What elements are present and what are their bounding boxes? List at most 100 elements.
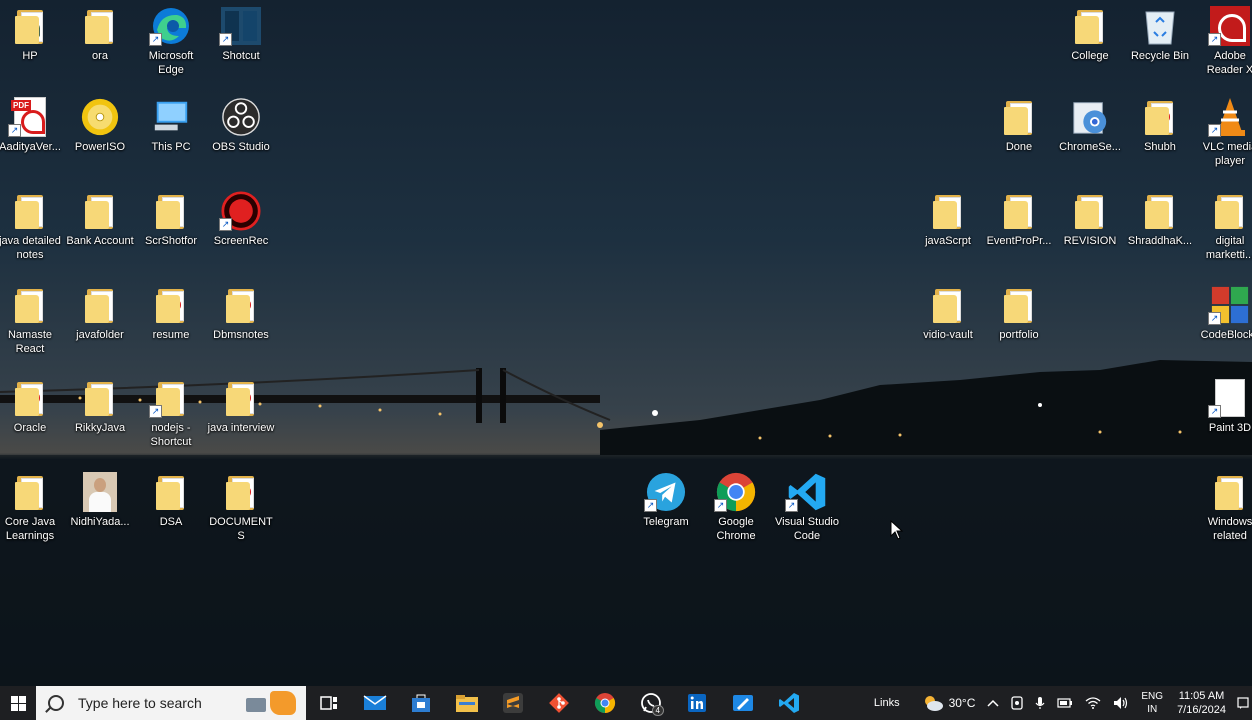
desktop-icon-java-detailed-notes[interactable]: java detailed notes: [0, 189, 65, 262]
desktop-icon-shraddhak[interactable]: ShraddhaK...: [1125, 189, 1195, 248]
linkedin-button[interactable]: [674, 686, 720, 720]
desktop-icon-digital-marketti[interactable]: digital marketti...: [1195, 189, 1252, 262]
desktop-icon-vlc-media-player[interactable]: ↗ VLC media player: [1195, 95, 1252, 168]
desktop-icon-bank-account[interactable]: Bank Account: [65, 189, 135, 248]
desktop-icon-label: ScreenRec: [213, 235, 269, 247]
desktop-icon-revision[interactable]: REVISION: [1055, 189, 1125, 248]
desktop-icon-shotcut[interactable]: ↗ Shotcut: [206, 4, 276, 63]
desktop-icon-dsa[interactable]: DSA: [136, 470, 206, 529]
file-explorer-button[interactable]: [444, 686, 490, 720]
desktop-icon-label: AadityaVer...: [0, 141, 61, 153]
store-button[interactable]: [398, 686, 444, 720]
desktop-icon-visual-studio-code[interactable]: ↗ Visual Studio Code: [772, 470, 842, 543]
weather-widget[interactable]: 30°C: [916, 686, 982, 720]
shortcut-arrow-icon: ↗: [1208, 312, 1221, 325]
photo-icon: [80, 470, 120, 514]
desktop-icon-telegram[interactable]: ↗ Telegram: [631, 470, 701, 529]
task-view-button[interactable]: [306, 686, 352, 720]
desktop-icon-recycle-bin[interactable]: Recycle Bin: [1125, 4, 1195, 63]
desktop-icon-obs-studio[interactable]: OBS Studio: [206, 95, 276, 154]
desktop-icon-resume[interactable]: resume: [136, 283, 206, 342]
desktop-icon-rikkyjava[interactable]: RikkyJava: [65, 376, 135, 435]
show-hidden-icons-button[interactable]: [981, 686, 1005, 720]
folder-user-icon: [10, 4, 50, 48]
desktop-icon-oracle[interactable]: Oracle: [0, 376, 65, 435]
network-button[interactable]: [1079, 686, 1107, 720]
shortcut-arrow-icon: ↗: [644, 499, 657, 512]
desktop-icon-javascrpt[interactable]: javaScrpt: [913, 189, 983, 248]
desktop-icon-codeblocks[interactable]: ↗ CodeBlocks: [1195, 283, 1252, 342]
vscode-taskbar-button[interactable]: [766, 686, 812, 720]
desktop-icon-javafolder[interactable]: javafolder: [65, 283, 135, 342]
desktop-icon-microsoft-edge[interactable]: ↗ Microsoft Edge: [136, 4, 206, 77]
desktop-icon-aadityaver[interactable]: PDF ↗ AadityaVer...: [0, 95, 65, 154]
desktop-icon-label: Windows related: [1207, 516, 1252, 542]
desktop-icon-google-chrome[interactable]: ↗ Google Chrome: [701, 470, 771, 543]
language-code: ENG: [1141, 691, 1164, 702]
desktop-icon-java-interview[interactable]: java interview: [206, 376, 276, 435]
screenrec-icon: ↗: [219, 189, 261, 233]
desktop-icon-namaste-react[interactable]: Namaste React: [0, 283, 65, 356]
folder-icon: [1210, 189, 1250, 233]
desktop-icon-vidio-vault[interactable]: vidio-vault: [913, 283, 983, 342]
language-indicator[interactable]: ENG IN: [1135, 690, 1169, 716]
git-button[interactable]: [536, 686, 582, 720]
desktop-icon-label: RikkyJava: [74, 422, 126, 434]
start-button[interactable]: [0, 686, 36, 720]
shortcut-arrow-icon: ↗: [1208, 124, 1221, 137]
desktop-icon-chromese[interactable]: ChromeSe...: [1055, 95, 1125, 154]
sublime-button[interactable]: [490, 686, 536, 720]
battery-button[interactable]: [1051, 686, 1079, 720]
desktop-icon-paint-3d[interactable]: ↗ Paint 3D: [1195, 376, 1252, 435]
poweriso-icon: [80, 95, 120, 139]
microphone-icon: [1035, 697, 1045, 709]
search-input[interactable]: [76, 694, 240, 712]
clock[interactable]: 11:05 AM 7/16/2024: [1169, 689, 1234, 717]
desktop-icon-college[interactable]: College: [1055, 4, 1125, 63]
desktop-icon-label: Shubh: [1144, 141, 1176, 153]
desktop-icon-label: Paint 3D: [1208, 422, 1252, 434]
desktop-icon-label: nodejs - Shortcut: [150, 422, 192, 448]
desktop-icon-done[interactable]: Done: [984, 95, 1054, 154]
desktop-icon-adobe-reader-x[interactable]: ↗ Adobe Reader X: [1195, 4, 1252, 77]
notification-button[interactable]: [1234, 686, 1252, 720]
desktop-icon-label: ShraddhaK...: [1127, 235, 1193, 247]
desktop-icon-screenrec[interactable]: ↗ ScreenRec: [206, 189, 276, 248]
microphone-button[interactable]: [1029, 686, 1051, 720]
shortcut-arrow-icon: ↗: [219, 218, 232, 231]
desktop-icon-core-java-learnings[interactable]: Core Java Learnings: [0, 470, 65, 543]
folder-pdf-icon: [221, 376, 261, 420]
shortcut-arrow-icon: ↗: [714, 499, 727, 512]
mail-button[interactable]: [352, 686, 398, 720]
desktop-icon-hp[interactable]: HP: [0, 4, 65, 63]
chrome-taskbar-button[interactable]: [582, 686, 628, 720]
desktop-icon-nodejs-shortcut[interactable]: ↗ nodejs - Shortcut: [136, 376, 206, 449]
desktop-icon-portfolio[interactable]: portfolio: [984, 283, 1054, 342]
desktop-icon-documents[interactable]: DOCUMENTS: [206, 470, 276, 543]
tray-app-button[interactable]: [1005, 686, 1029, 720]
desktop-icon-label: javaScrpt: [925, 235, 971, 247]
volume-button[interactable]: [1107, 686, 1135, 720]
notification-icon: [1237, 697, 1249, 709]
desktop-icon-ora[interactable]: ora: [65, 4, 135, 63]
paint-button[interactable]: [720, 686, 766, 720]
desktop-icon-this-pc[interactable]: This PC: [136, 95, 206, 154]
desktop-icon-label: DOCUMENTS: [209, 516, 273, 542]
links-toolbar[interactable]: Links: [868, 686, 906, 720]
desktop-icon-nidhiyada[interactable]: NidhiYada...: [65, 470, 135, 529]
desktop-icon-poweriso[interactable]: PowerISO: [65, 95, 135, 154]
desktop-icon-eventpropr[interactable]: EventProPr...: [984, 189, 1054, 248]
shortcut-arrow-icon: ↗: [1208, 33, 1221, 46]
clock-time: 11:05 AM: [1178, 690, 1225, 702]
taskbar-search[interactable]: [36, 686, 306, 720]
desktop-icon-label: digital marketti...: [1205, 235, 1252, 261]
whatsapp-button[interactable]: 4: [628, 686, 674, 720]
desktop-icon-windows-related[interactable]: Windows related: [1195, 470, 1252, 543]
folder-icon: [1140, 189, 1180, 233]
desktop-icon-label: Recycle Bin: [1130, 50, 1190, 62]
desktop-icon-scrshotfor[interactable]: ScrShotfor: [136, 189, 206, 248]
chrome-icon: [594, 693, 616, 714]
desktop-icon-dbmsnotes[interactable]: Dbmsnotes: [206, 283, 276, 342]
desktop-icon-label: resume: [152, 329, 190, 341]
desktop-icon-shubh[interactable]: Shubh: [1125, 95, 1195, 154]
